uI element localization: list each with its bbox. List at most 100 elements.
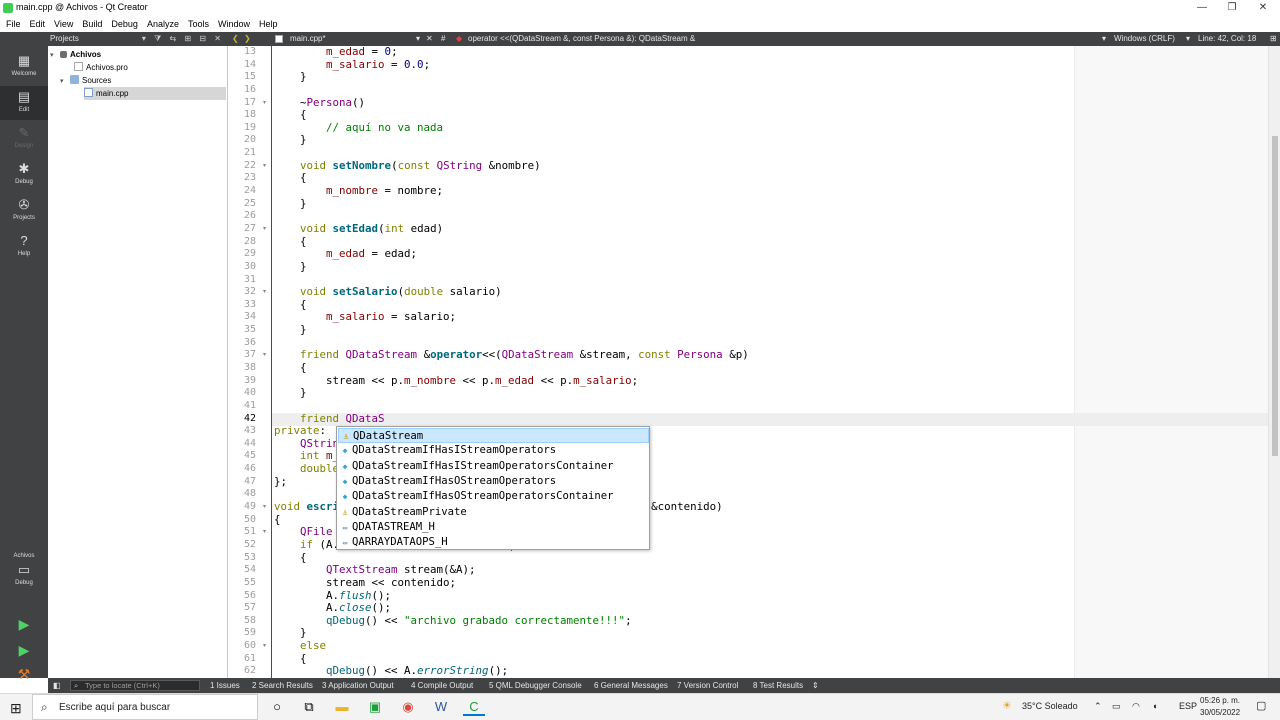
- mode-help[interactable]: ? Help: [0, 230, 48, 264]
- menu-debug[interactable]: Debug: [111, 19, 138, 29]
- code-editor[interactable]: 13 14 15 16 17 ▾ 18 19 20 21 22 ▾ 23 24 25 26 27 ▾ 28 29 30 3…: [228, 46, 1280, 678]
- fold-marker-icon[interactable]: ▾: [263, 526, 266, 539]
- menu-file[interactable]: File: [6, 19, 21, 29]
- scrollbar-thumb[interactable]: [1272, 136, 1278, 456]
- symbol-selector[interactable]: operator <<(QDataStream &, const Persona…: [468, 32, 695, 46]
- fold-marker-icon[interactable]: ▾: [263, 640, 266, 653]
- menu-tools[interactable]: Tools: [188, 19, 209, 29]
- minimize-button[interactable]: —: [1187, 0, 1217, 16]
- notifications-icon[interactable]: ▢: [1256, 699, 1266, 712]
- cursor-position[interactable]: Line: 42, Col: 18: [1198, 32, 1256, 46]
- tree-node-pro-file[interactable]: Achivos.pro: [74, 61, 128, 74]
- output-tab-search-results[interactable]: 2 Search Results: [252, 678, 313, 693]
- line-number: 45: [243, 450, 256, 462]
- completion-item[interactable]: ◆ QDataStreamIfHasIStreamOperators: [338, 443, 649, 458]
- run-button[interactable]: ▶: [14, 614, 34, 634]
- fold-marker-icon[interactable]: ▾: [263, 286, 266, 299]
- completion-item[interactable]: ▭ QARRAYDATAOPS_H: [338, 535, 649, 550]
- menu-edit[interactable]: Edit: [30, 19, 46, 29]
- qt-app-icon[interactable]: ▣: [364, 698, 386, 716]
- class-symbol-icon: ⚓: [342, 507, 348, 517]
- collapse-arrow-icon[interactable]: ▾: [60, 75, 70, 88]
- fold-marker-icon[interactable]: ▾: [263, 97, 266, 110]
- tray-overflow-icon[interactable]: ⌃: [1094, 701, 1102, 712]
- output-tab-version-control[interactable]: 7 Version Control: [677, 678, 738, 693]
- editor-vertical-scrollbar[interactable]: [1268, 46, 1280, 678]
- line-endings-selector[interactable]: Windows (CRLF): [1114, 32, 1175, 46]
- code-line: void setNombre(const QString &nombre): [300, 158, 541, 172]
- restore-button[interactable]: ❐: [1217, 0, 1247, 16]
- output-tab-application-output[interactable]: 3 Application Output: [322, 678, 394, 693]
- mode-edit[interactable]: ▤ Edit: [0, 86, 48, 120]
- mode-welcome[interactable]: ▦ Welcome: [0, 50, 48, 84]
- completion-item[interactable]: ⚓ QDataStreamPrivate: [338, 505, 649, 520]
- locator-input[interactable]: ⌕ Type to locate (Ctrl+K): [70, 680, 200, 691]
- clock-date[interactable]: 30/05/2022: [1200, 708, 1240, 717]
- toggle-sidebar-icon[interactable]: ◧: [53, 678, 61, 693]
- completion-item[interactable]: ▭ QDATASTREAM_H: [338, 520, 649, 535]
- language-indicator[interactable]: ESP: [1179, 701, 1197, 711]
- collapse-arrow-icon[interactable]: ▾: [50, 49, 60, 62]
- completion-item[interactable]: ⚓ QDataStream: [338, 428, 649, 444]
- projects-pane-tools[interactable]: ▾ ⧩ ⇆ ⊞ ⊟ ✕: [142, 32, 224, 46]
- forward-arrow-icon[interactable]: ❯: [244, 32, 251, 46]
- mode-projects[interactable]: ✇ Projects: [0, 194, 48, 228]
- completion-item[interactable]: ◆ QDataStreamIfHasOStreamOperators: [338, 474, 649, 489]
- projects-pane-header[interactable]: Projects ▾ ⧩ ⇆ ⊞ ⊟ ✕: [48, 32, 228, 46]
- line-endings-dropdown-icon[interactable]: ▾: [1102, 32, 1106, 46]
- code-line: qDebug() << "archivo grabado correctamen…: [326, 613, 632, 627]
- fold-marker-icon[interactable]: ▾: [263, 223, 266, 236]
- network-icon[interactable]: ▭: [1112, 701, 1121, 712]
- mode-debug[interactable]: ✱ Debug: [0, 158, 48, 192]
- monitor-icon: ▭: [17, 562, 31, 577]
- menu-build[interactable]: Build: [82, 19, 102, 29]
- windows-start-icon[interactable]: ⊞: [10, 700, 22, 717]
- more-panes-icon[interactable]: ⇕: [812, 678, 819, 693]
- document-dropdown-icon[interactable]: ▾: [416, 32, 420, 46]
- menu-analyze[interactable]: Analyze: [147, 19, 179, 29]
- open-document-selector[interactable]: main.cpp*: [290, 32, 326, 46]
- output-tab-qml-debugger-console[interactable]: 5 QML Debugger Console: [489, 678, 582, 693]
- completion-item-label: QDATASTREAM_H: [352, 520, 435, 533]
- completion-item[interactable]: ◆ QDataStreamIfHasOStreamOperatorsContain…: [338, 489, 649, 504]
- task-view-icon[interactable]: ⧉: [298, 698, 320, 716]
- menu-window[interactable]: Window: [218, 19, 250, 29]
- weather-text[interactable]: 35°C Soleado: [1022, 701, 1078, 711]
- line-number: 20: [243, 134, 256, 146]
- line-number: 55: [243, 576, 256, 588]
- back-arrow-icon[interactable]: ❮: [232, 32, 239, 46]
- fold-marker-icon[interactable]: ▾: [263, 160, 266, 173]
- file-explorer-icon[interactable]: ▬: [331, 698, 353, 716]
- completion-item[interactable]: ◆ QDataStreamIfHasIStreamOperatorsContain…: [338, 459, 649, 474]
- cortana-icon[interactable]: ○: [266, 698, 288, 716]
- tree-node-main-cpp[interactable]: main.cpp: [84, 87, 226, 100]
- word-icon[interactable]: W: [430, 698, 452, 716]
- position-dropdown-icon[interactable]: ▾: [1186, 32, 1190, 46]
- mode-design[interactable]: ✎ Design: [0, 122, 48, 156]
- wifi-icon[interactable]: ◠: [1132, 701, 1140, 712]
- split-editor-icon[interactable]: ⊞: [1270, 32, 1277, 46]
- code-line: m_edad = edad;: [326, 247, 418, 261]
- menu-view[interactable]: View: [54, 19, 73, 29]
- tree-node-project[interactable]: ▾ Achivos: [50, 48, 101, 61]
- tree-node-sources[interactable]: ▾ Sources: [60, 74, 111, 87]
- output-tab-test-results[interactable]: 8 Test Results: [753, 678, 803, 693]
- fold-marker-icon[interactable]: ▾: [263, 501, 266, 514]
- output-tab-issues[interactable]: 1 Issues: [210, 678, 240, 693]
- kit-selector[interactable]: Achivos ▭ Debug: [0, 548, 48, 592]
- output-tab-general-messages[interactable]: 6 General Messages: [594, 678, 668, 693]
- debug-run-button[interactable]: ▶: [14, 640, 34, 660]
- fold-marker-icon[interactable]: ▾: [263, 349, 266, 362]
- menu-help[interactable]: Help: [259, 19, 278, 29]
- qt-creator-taskbar-icon[interactable]: C: [463, 698, 485, 716]
- code-line: }: [274, 259, 307, 273]
- volume-icon[interactable]: ◖: [1152, 701, 1157, 711]
- completion-item-label: QDataStreamIfHasIStreamOperators: [352, 444, 557, 457]
- output-tab-compile-output[interactable]: 4 Compile Output: [411, 678, 473, 693]
- close-button[interactable]: ✕: [1248, 0, 1278, 16]
- build-button[interactable]: ⚒: [14, 664, 34, 684]
- taskbar-search-box[interactable]: ⌕ Escribe aquí para buscar: [32, 694, 258, 720]
- chrome-icon[interactable]: ◉: [397, 698, 419, 716]
- clock-time[interactable]: 05:26 p. m.: [1200, 696, 1240, 705]
- close-document-icon[interactable]: ✕: [426, 32, 433, 46]
